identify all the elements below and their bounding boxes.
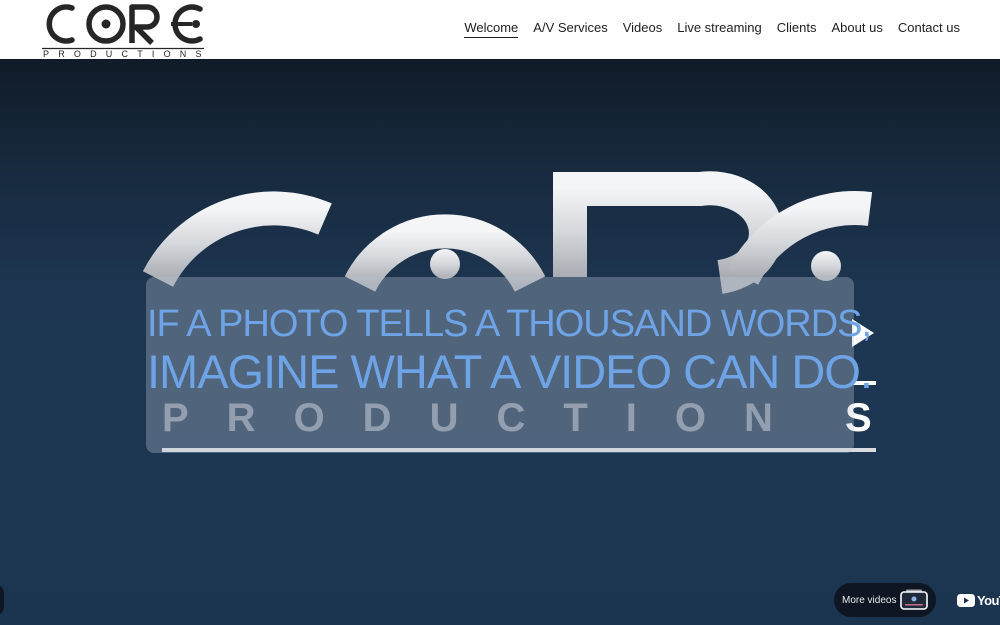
site-header: PRODUCTIONS Welcome A/V Services Videos … [0, 0, 1000, 59]
nav-live-streaming[interactable]: Live streaming [677, 20, 762, 38]
youtube-icon [957, 593, 975, 607]
nav-contact-us[interactable]: Contact us [898, 20, 960, 38]
nav-videos[interactable]: Videos [623, 20, 663, 38]
nav-about-us[interactable]: About us [832, 20, 883, 38]
youtube-link[interactable]: YouTube [957, 591, 1000, 609]
logo-wordmark: PRODUCTIONS [43, 49, 206, 59]
main-nav: Welcome A/V Services Videos Live streami… [464, 20, 960, 38]
video-thumbnail-icon [900, 589, 928, 610]
carousel-prev-control[interactable] [0, 585, 4, 615]
tagline-line-1: IF A PHOTO TELLS A THOUSAND WORDS, [147, 303, 872, 345]
youtube-label: YouTube [977, 592, 1000, 608]
more-videos-button[interactable]: More videos [834, 583, 936, 617]
nav-clients[interactable]: Clients [777, 20, 817, 38]
core-productions-logo[interactable]: PRODUCTIONS [40, 0, 206, 59]
nav-welcome[interactable]: Welcome [464, 20, 519, 38]
hero-video[interactable]: PRODUCTION S IF A PHOTO TELLS A THOUSAND… [0, 59, 1000, 625]
tagline-line-2: IMAGINE WHAT A VIDEO CAN DO. [147, 345, 873, 398]
nav-av-services[interactable]: A/V Services [533, 20, 607, 38]
more-videos-label: More videos [842, 594, 897, 606]
